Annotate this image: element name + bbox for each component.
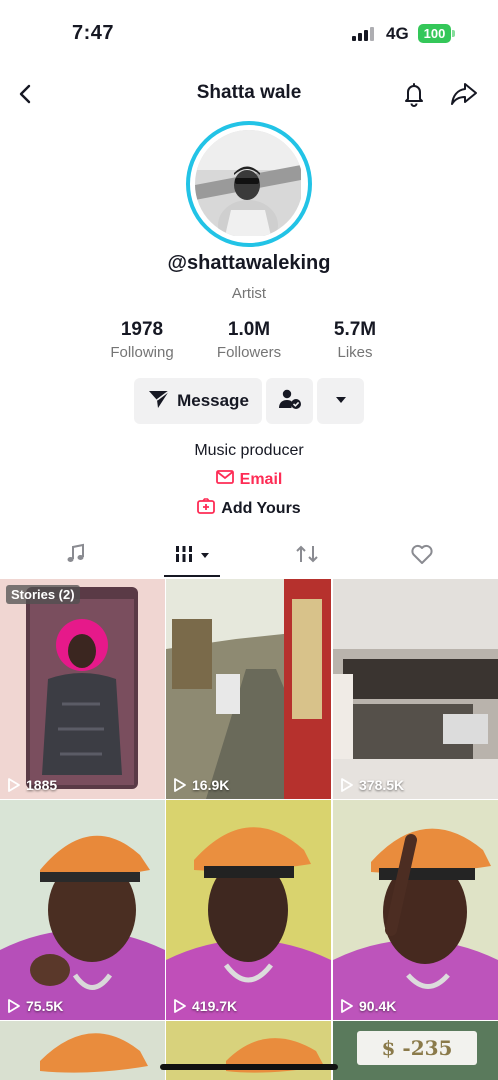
avatar-ring[interactable] bbox=[186, 121, 312, 247]
tab-reposts[interactable] bbox=[279, 534, 335, 578]
view-count: 419.7K bbox=[173, 998, 237, 1014]
play-icon bbox=[341, 778, 353, 792]
status-time: 7:47 bbox=[72, 22, 115, 44]
battery-level: 100 bbox=[418, 24, 451, 43]
caret-down-icon bbox=[334, 392, 348, 410]
view-count: 378.5K bbox=[340, 777, 404, 793]
stories-badge: Stories (2) bbox=[6, 585, 80, 604]
view-count: 75.5K bbox=[7, 998, 63, 1014]
video-thumbnail[interactable] bbox=[0, 1021, 165, 1080]
view-count-value: 75.5K bbox=[26, 998, 64, 1014]
video-thumbnail[interactable] bbox=[166, 1021, 331, 1080]
profile-header: Shatta wale bbox=[0, 70, 498, 118]
heart-icon bbox=[410, 543, 434, 570]
email-label: Email bbox=[239, 470, 283, 488]
repost-icon bbox=[295, 543, 319, 570]
view-count: 16.9K bbox=[173, 777, 229, 793]
stat-value: 1978 bbox=[120, 319, 164, 340]
stat-label: Likes bbox=[337, 344, 373, 361]
price-sign: $ -235 bbox=[357, 1031, 477, 1065]
avatar bbox=[195, 130, 303, 238]
music-icon bbox=[65, 543, 87, 570]
email-link[interactable]: Email bbox=[0, 470, 498, 489]
play-icon bbox=[341, 999, 353, 1013]
play-icon bbox=[8, 999, 20, 1013]
friends-button[interactable] bbox=[266, 378, 313, 424]
view-count-value: 90.4K bbox=[359, 998, 397, 1014]
send-icon bbox=[147, 388, 171, 415]
video-thumbnail[interactable]: 378.5K bbox=[333, 579, 498, 799]
play-icon bbox=[8, 778, 20, 792]
more-options-button[interactable] bbox=[317, 378, 364, 424]
user-check-icon bbox=[278, 387, 302, 416]
grid-icon bbox=[174, 544, 194, 569]
add-yours-icon bbox=[197, 498, 216, 519]
bio-text: Music producer bbox=[194, 442, 304, 459]
username: @shattawaleking bbox=[167, 252, 331, 274]
video-thumbnail[interactable]: 419.7K bbox=[166, 800, 331, 1020]
stat-value: 5.7M bbox=[333, 319, 377, 340]
caret-down-icon bbox=[200, 547, 210, 565]
share-icon[interactable] bbox=[448, 78, 480, 110]
view-count-value: 378.5K bbox=[359, 777, 405, 793]
message-label: Message bbox=[177, 391, 249, 410]
video-thumbnail[interactable]: 90.4K bbox=[333, 800, 498, 1020]
account-category: Artist bbox=[231, 285, 267, 302]
tab-liked[interactable] bbox=[394, 534, 450, 578]
stat-label: Following bbox=[110, 344, 174, 361]
tab-videos[interactable] bbox=[164, 534, 220, 578]
battery-icon: 100 bbox=[418, 24, 456, 43]
network-label: 4G bbox=[386, 24, 409, 43]
stat-following[interactable]: 1978 Following bbox=[92, 318, 192, 361]
view-count: 1885 bbox=[7, 777, 57, 793]
play-icon bbox=[174, 778, 186, 792]
view-count-value: 16.9K bbox=[192, 777, 230, 793]
content-tabs bbox=[0, 534, 498, 578]
add-yours-label: Add Yours bbox=[221, 499, 301, 517]
message-button[interactable]: Message bbox=[134, 378, 262, 424]
view-count: 90.4K bbox=[340, 998, 396, 1014]
stat-likes[interactable]: 5.7M Likes bbox=[305, 318, 405, 361]
active-tab-indicator bbox=[164, 575, 220, 577]
home-indicator bbox=[160, 1064, 338, 1070]
video-thumbnail[interactable]: 75.5K bbox=[0, 800, 165, 1020]
bell-icon[interactable] bbox=[398, 78, 430, 110]
video-thumbnail[interactable]: Stories (2) 1885 bbox=[0, 579, 165, 799]
signal-icon bbox=[352, 27, 376, 41]
add-yours-link[interactable]: Add Yours bbox=[0, 498, 498, 519]
stat-followers[interactable]: 1.0M Followers bbox=[199, 318, 299, 361]
tab-music[interactable] bbox=[48, 534, 104, 578]
stat-value: 1.0M bbox=[227, 319, 271, 340]
view-count-value: 1885 bbox=[26, 777, 58, 793]
view-count-value: 419.7K bbox=[192, 998, 238, 1014]
status-bar: 7:47 4G 100 bbox=[0, 0, 498, 62]
stat-label: Followers bbox=[216, 344, 282, 361]
price-text: $ -235 bbox=[381, 1036, 453, 1060]
video-thumbnail[interactable]: 16.9K bbox=[166, 579, 331, 799]
email-icon bbox=[215, 470, 234, 489]
play-icon bbox=[174, 999, 186, 1013]
video-thumbnail[interactable]: $ -235 bbox=[333, 1021, 498, 1080]
